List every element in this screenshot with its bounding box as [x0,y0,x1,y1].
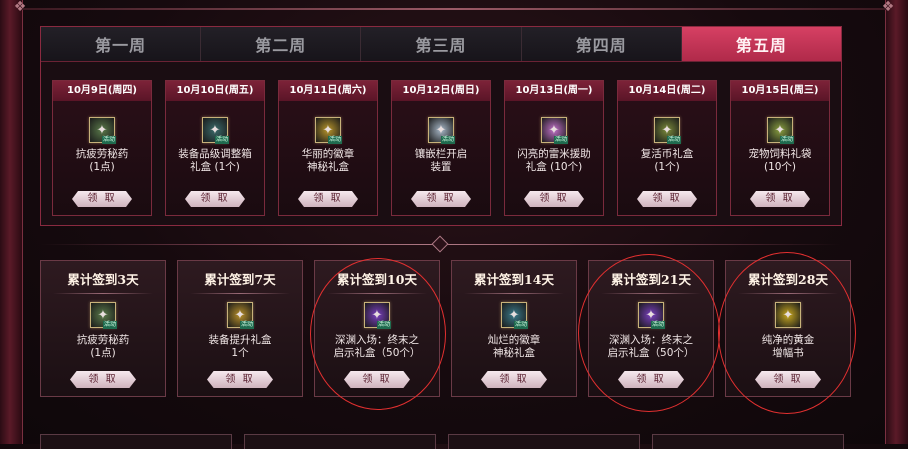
daily-rewards: 10月9日(周四) ✦ 活动抗疲劳秘药 (1点) 领 取 10月10日(周五) ✦ 活动装备品… [41,62,841,216]
claim-button[interactable]: 领 取 [524,191,584,207]
next-row-stubs [40,434,844,449]
event-tag: 活动 [779,136,794,144]
cumulative-title: 累计签到7天 [204,272,276,287]
event-tag: 活动 [102,321,117,329]
highlight-circle [578,254,720,412]
tab-week-3[interactable]: 第三周 [361,27,522,61]
ornament-icon: ❖ [13,0,27,15]
card-stub [448,434,640,449]
card-stub [40,434,232,449]
item-name: 华丽的徽章 神秘礼盒 [301,148,355,173]
title-underline [190,293,290,294]
frame-left-border [0,0,23,444]
card-stub [244,434,436,449]
item-name: 装备品级调整箱 礼盒 (1个) [178,148,252,173]
day-card: 10月10日(周五) ✦ 活动装备品级调整箱 礼盒 (1个) 领 取 [165,80,265,216]
item-name: 宠物饲料礼袋 (10个) [748,148,812,173]
claim-button[interactable]: 领 取 [70,371,136,388]
title-underline [464,293,564,294]
event-tag: 活动 [513,321,528,329]
coin-icon: ✦ 活动 [654,117,681,144]
title-underline [53,293,153,294]
divider-gem-icon [431,235,449,253]
gem-icon: ✦ 活动 [428,117,455,144]
claim-button[interactable]: 领 取 [411,191,471,207]
day-date: 10月15日(周三) [731,81,829,101]
item-name: 镶嵌栏开启 装置 [414,148,468,173]
highlight-circle [310,258,446,410]
event-tag: 活动 [239,321,254,329]
week-tabs: 第一周 第二周 第三周 第四周 第五周 [41,27,842,62]
tab-week-5[interactable]: 第五周 [681,27,842,61]
tab-week-1[interactable]: 第一周 [41,27,202,61]
item-name: 复活币礼盒 (1个) [640,148,694,173]
day-date: 10月11日(周六) [279,81,377,101]
week-panel: 第一周 第二周 第三周 第四周 第五周 10月9日(周四) ✦ 活动抗疲劳秘药 (1点) 领 取… [40,26,842,226]
event-tag: 活动 [666,136,681,144]
box-icon: ✦ 活动 [202,117,229,144]
event-tag: 活动 [101,136,116,144]
item-name: 装备提升礼盒 1个 [208,334,272,359]
gift-icon: ✦ 活动 [501,302,528,329]
cumulative-card: 累计签到14天 ✦ 活动灿烂的徽章 神秘礼盒领 取 [451,260,577,397]
day-card: 10月14日(周二) ✦ 活动复活币礼盒 (1个) 领 取 [617,80,717,216]
sparkle-icon: ✦ 活动 [541,117,568,144]
claim-button[interactable]: 领 取 [72,191,132,207]
claim-button[interactable]: 领 取 [207,371,273,388]
tab-week-2[interactable]: 第二周 [201,27,362,61]
day-card: 10月15日(周三) ✦ 活动宠物饲料礼袋 (10个) 领 取 [730,80,830,216]
box-gold-icon: ✦ 活动 [227,302,254,329]
event-tag: 活动 [214,136,229,144]
frame-top-line [22,8,886,10]
claim-button[interactable]: 领 取 [750,191,810,207]
event-tag: 活动 [327,136,342,144]
tab-week-4[interactable]: 第四周 [521,27,682,61]
day-card: 10月12日(周日) ✦ 活动镶嵌栏开启 装置领 取 [391,80,491,216]
cumulative-title: 累计签到14天 [474,272,554,287]
item-name: 灿烂的徽章 神秘礼盒 [487,334,541,359]
cumulative-card: 累计签到3天 ✦ 活动抗疲劳秘药 (1点) 领 取 [40,260,166,397]
day-date: 10月14日(周二) [618,81,716,101]
day-card: 10月9日(周四) ✦ 活动抗疲劳秘药 (1点) 领 取 [52,80,152,216]
event-tag: 活动 [440,136,455,144]
item-name: 抗疲劳秘药 (1点) [76,334,130,359]
day-card: 10月11日(周六) ✦ 活动华丽的徽章 神秘礼盒领 取 [278,80,378,216]
cumulative-card: 累计签到7天 ✦ 活动装备提升礼盒 1个领 取 [177,260,303,397]
bag-icon: ✦ 活动 [767,117,794,144]
event-tag: 活动 [553,136,568,144]
item-name: 闪亮的雷米援助 礼盒 (10个) [517,148,591,173]
day-date: 10月10日(周五) [166,81,264,101]
highlight-circle [718,252,856,414]
claim-button[interactable]: 领 取 [637,191,697,207]
gift-icon: ✦ 活动 [315,117,342,144]
cumulative-title: 累计签到3天 [67,272,139,287]
ornament-icon: ❖ [881,0,895,15]
day-date: 10月9日(周四) [53,81,151,101]
frame-right-border [885,0,908,444]
claim-button[interactable]: 领 取 [481,371,547,388]
item-name: 抗疲劳秘药 (1点) [75,148,129,173]
day-date: 10月12日(周日) [392,81,490,101]
potion-icon: ✦ 活动 [90,302,117,329]
day-card: 10月13日(周一) ✦ 活动闪亮的雷米援助 礼盒 (10个) 领 取 [504,80,604,216]
claim-button[interactable]: 领 取 [185,191,245,207]
card-stub [652,434,844,449]
day-date: 10月13日(周一) [505,81,603,101]
potion-icon: ✦ 活动 [89,117,116,144]
claim-button[interactable]: 领 取 [298,191,358,207]
